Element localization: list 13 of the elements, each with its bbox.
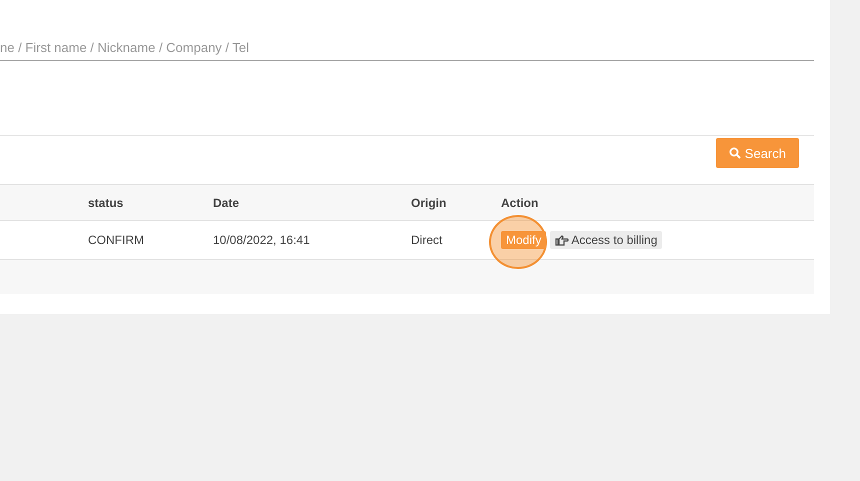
column-header: status <box>88 196 124 210</box>
modify-button[interactable]: Modify <box>501 231 546 249</box>
pointing-hand-icon <box>555 234 570 246</box>
search-field[interactable]: ne / First name / Nickname / Company / Tel <box>0 38 814 61</box>
column-header: Action <box>501 196 540 210</box>
search-icon <box>728 147 741 159</box>
table-cell-text: CONFIRM <box>88 233 145 247</box>
table-cell-text: 10/08/2022, 16:41 <box>213 233 311 247</box>
billing-button[interactable]: Access to billing <box>550 231 662 249</box>
column-header: Date <box>213 196 240 210</box>
column-header: Origin <box>411 196 448 210</box>
table-cell-text: Direct <box>411 233 444 247</box>
search-button[interactable]: Search <box>716 138 799 168</box>
